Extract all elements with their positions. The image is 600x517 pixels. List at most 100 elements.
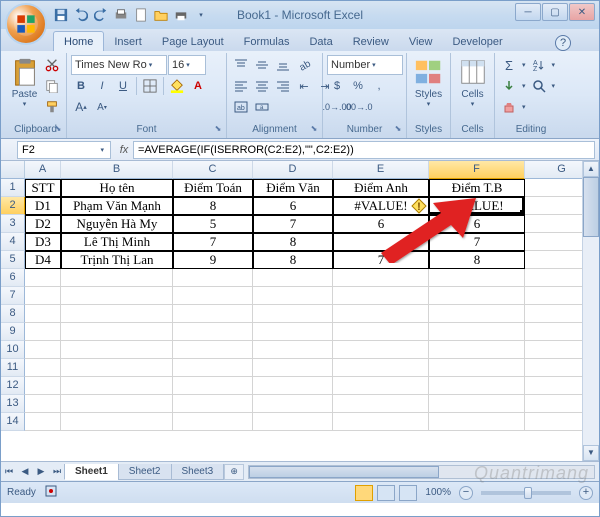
font-name-combo[interactable]: Times New Ro▾ xyxy=(71,55,167,75)
cell[interactable] xyxy=(333,395,429,413)
fill-icon[interactable] xyxy=(499,76,519,96)
alignment-launcher-icon[interactable]: ⬊ xyxy=(308,124,320,136)
help-icon[interactable]: ? xyxy=(555,35,571,51)
cell[interactable]: 7 xyxy=(173,233,253,251)
cell[interactable] xyxy=(333,377,429,395)
undo-icon[interactable] xyxy=(73,7,89,23)
cell[interactable] xyxy=(173,269,253,287)
cell[interactable] xyxy=(333,359,429,377)
align-top-icon[interactable] xyxy=(231,55,251,75)
align-bottom-icon[interactable] xyxy=(273,55,293,75)
tab-data[interactable]: Data xyxy=(299,32,342,51)
horizontal-scrollbar[interactable] xyxy=(248,465,595,479)
cells-button[interactable]: Cells ▾ xyxy=(455,55,490,108)
fx-icon[interactable]: fx xyxy=(115,144,133,156)
cell[interactable] xyxy=(253,269,333,287)
cell[interactable] xyxy=(61,413,173,431)
cell[interactable] xyxy=(429,305,525,323)
cell[interactable] xyxy=(25,359,61,377)
bold-button[interactable]: B xyxy=(71,76,91,96)
cell[interactable]: Điểm Toán xyxy=(173,179,253,197)
cell[interactable]: STT xyxy=(25,179,61,197)
grow-font-icon[interactable]: A▴ xyxy=(71,97,91,117)
cell[interactable]: Phạm Văn Mạnh xyxy=(61,197,173,215)
select-all-corner[interactable] xyxy=(1,161,25,179)
cell[interactable]: 8 xyxy=(253,233,333,251)
cell[interactable] xyxy=(429,413,525,431)
cell[interactable] xyxy=(61,341,173,359)
tab-formulas[interactable]: Formulas xyxy=(234,32,300,51)
column-header[interactable]: B xyxy=(61,161,173,179)
column-header[interactable]: E xyxy=(333,161,429,179)
cell[interactable] xyxy=(333,305,429,323)
qat-customize-icon[interactable]: ▾ xyxy=(193,7,209,23)
cell[interactable] xyxy=(61,269,173,287)
cell[interactable] xyxy=(253,287,333,305)
cell[interactable] xyxy=(429,377,525,395)
cell[interactable]: D3 xyxy=(25,233,61,251)
new-icon[interactable] xyxy=(133,7,149,23)
cell[interactable]: 9 xyxy=(173,251,253,269)
tab-developer[interactable]: Developer xyxy=(442,32,512,51)
zoom-in-button[interactable]: + xyxy=(579,486,593,500)
cell[interactable] xyxy=(253,323,333,341)
cell[interactable] xyxy=(173,305,253,323)
align-left-icon[interactable] xyxy=(231,76,251,96)
row-header[interactable]: 9 xyxy=(1,323,25,341)
cell[interactable] xyxy=(253,359,333,377)
cell[interactable] xyxy=(61,287,173,305)
cell[interactable] xyxy=(173,287,253,305)
row-header[interactable]: 1 xyxy=(1,179,25,197)
number-format-combo[interactable]: Number▾ xyxy=(327,55,403,75)
row-header[interactable]: 6 xyxy=(1,269,25,287)
zoom-out-button[interactable]: − xyxy=(459,486,473,500)
border-button[interactable] xyxy=(140,76,160,96)
cell[interactable]: D1 xyxy=(25,197,61,215)
cell[interactable] xyxy=(25,269,61,287)
cell[interactable] xyxy=(253,395,333,413)
save-icon[interactable] xyxy=(53,7,69,23)
row-header[interactable]: 4 xyxy=(1,233,25,251)
row-header[interactable]: 13 xyxy=(1,395,25,413)
merge-center-icon[interactable]: a xyxy=(252,97,272,117)
format-painter-icon[interactable] xyxy=(42,97,62,117)
view-page-break-button[interactable] xyxy=(399,485,417,501)
cell[interactable]: Điểm Văn xyxy=(253,179,333,197)
hscroll-thumb[interactable] xyxy=(249,466,439,478)
cell[interactable] xyxy=(25,413,61,431)
worksheet-grid[interactable]: ABCDEFG 1STTHọ tênĐiểm ToánĐiểm VănĐiểm … xyxy=(1,161,599,461)
cell[interactable] xyxy=(333,341,429,359)
cell[interactable] xyxy=(333,323,429,341)
tab-insert[interactable]: Insert xyxy=(104,32,152,51)
cell[interactable] xyxy=(173,341,253,359)
cell[interactable]: 6 xyxy=(253,197,333,215)
cell[interactable] xyxy=(333,269,429,287)
cell[interactable] xyxy=(333,413,429,431)
clear-icon[interactable] xyxy=(499,97,519,117)
zoom-thumb[interactable] xyxy=(524,487,532,499)
cell[interactable] xyxy=(25,341,61,359)
sheet-tab[interactable]: Sheet1 xyxy=(64,464,119,480)
zoom-slider[interactable] xyxy=(481,491,571,495)
column-header[interactable]: A xyxy=(25,161,61,179)
row-header[interactable]: 2 xyxy=(1,197,25,215)
sheet-tab[interactable]: Sheet3 xyxy=(171,464,225,480)
decrease-decimal-icon[interactable]: .00→.0 xyxy=(348,97,368,117)
cell[interactable] xyxy=(25,287,61,305)
row-header[interactable]: 8 xyxy=(1,305,25,323)
cell[interactable]: Họ tên xyxy=(61,179,173,197)
row-header[interactable]: 11 xyxy=(1,359,25,377)
macro-record-icon[interactable] xyxy=(44,484,58,501)
cell[interactable] xyxy=(61,305,173,323)
row-header[interactable]: 7 xyxy=(1,287,25,305)
sheet-tab[interactable]: Sheet2 xyxy=(118,464,172,480)
cell[interactable] xyxy=(25,323,61,341)
sort-filter-icon[interactable]: AZ xyxy=(529,55,549,75)
cell[interactable] xyxy=(173,323,253,341)
number-launcher-icon[interactable]: ⬊ xyxy=(392,124,404,136)
column-header[interactable]: F xyxy=(429,161,525,179)
wrap-text-icon[interactable]: ab xyxy=(231,97,251,117)
cell[interactable]: 5 xyxy=(173,215,253,233)
cell[interactable]: 8 xyxy=(253,251,333,269)
cell[interactable] xyxy=(61,377,173,395)
